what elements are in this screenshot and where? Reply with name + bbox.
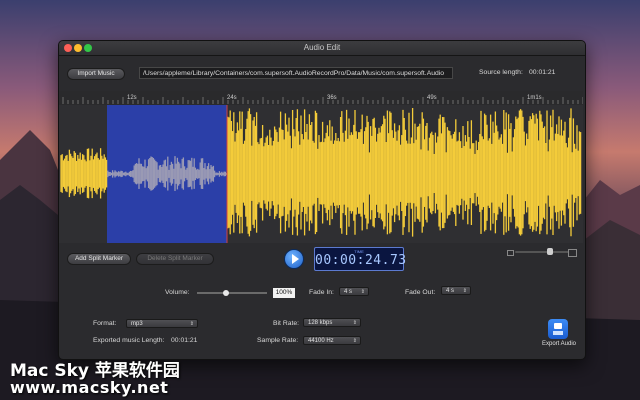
file-path-field[interactable]: /Users/appleme/Library/Containers/com.su… — [139, 67, 453, 79]
zoom-track — [515, 251, 569, 253]
chevron-updown-icon: ⇕ — [462, 288, 467, 294]
ruler-tick-label: 24s — [227, 95, 237, 101]
exported-length-value: 00:01:21 — [171, 337, 198, 344]
fade-in-dropdown[interactable]: 4 s ⇕ — [339, 287, 369, 296]
fade-in-label: Fade In: — [309, 289, 334, 296]
audio-edit-window: Audio Edit Import Music /Users/appleme/L… — [58, 40, 586, 360]
window-title: Audio Edit — [303, 43, 341, 52]
ruler-tick-label: 49s — [427, 95, 437, 101]
import-music-button[interactable]: Import Music — [67, 68, 125, 80]
zoom-slider[interactable] — [507, 247, 577, 257]
volume-label: Volume: — [165, 289, 190, 296]
zoom-in-icon[interactable] — [568, 249, 577, 257]
format-value: mp3 — [131, 321, 143, 327]
volume-slider[interactable] — [197, 290, 267, 296]
chevron-updown-icon: ⇕ — [352, 320, 357, 326]
fade-in-value: 4 s — [344, 289, 353, 295]
volume-knob[interactable] — [222, 290, 229, 296]
exported-length-label: Exported music Length: — [93, 337, 165, 344]
bit-rate-dropdown[interactable]: 128 kbps ⇕ — [303, 318, 361, 327]
ruler-tick-label: 12s — [127, 95, 137, 101]
chevron-updown-icon: ⇕ — [189, 321, 194, 327]
delete-split-marker-button[interactable]: Delete Split Marker — [136, 253, 214, 265]
fade-out-value: 4 s — [446, 288, 455, 294]
volume-track — [197, 292, 267, 294]
play-button[interactable] — [284, 249, 304, 269]
time-display: TIME 00:00:24.73 — [314, 247, 407, 271]
add-split-marker-button[interactable]: Add Split Marker — [67, 253, 131, 265]
bit-rate-value: 128 kbps — [308, 320, 333, 326]
chevron-updown-icon: ⇕ — [352, 338, 357, 344]
format-dropdown[interactable]: mp3 ⇕ — [126, 319, 198, 328]
zoom-knob[interactable] — [547, 248, 553, 255]
export-audio-button[interactable]: Export Audio — [537, 319, 581, 353]
export-icon — [548, 319, 568, 339]
sample-rate-dropdown[interactable]: 44100 Hz ⇕ — [303, 336, 361, 345]
timeline-ruler[interactable]: 12s 24s 36s 49s 1m1s — [59, 91, 583, 106]
watermark-url: www.macsky.net — [10, 378, 169, 397]
format-label: Format: — [93, 320, 117, 327]
volume-percent-field[interactable]: 100% — [273, 288, 295, 298]
export-label: Export Audio — [541, 341, 577, 347]
zoom-out-icon[interactable] — [507, 250, 514, 256]
chevron-updown-icon: ⇕ — [360, 289, 365, 295]
sample-rate-value: 44100 Hz — [308, 338, 334, 344]
source-length-label: Source length: — [479, 69, 523, 76]
waveform-view[interactable] — [59, 105, 583, 243]
ruler-tick-label: 1m1s — [527, 95, 542, 101]
title-bar: Audio Edit — [59, 41, 585, 56]
fade-out-label: Fade Out: — [405, 289, 436, 296]
sample-rate-label: Sample Rate: — [257, 337, 299, 344]
source-length-value: 00:01:21 — [529, 69, 556, 76]
time-value: 00:00:24.73 — [315, 253, 407, 268]
fade-out-dropdown[interactable]: 4 s ⇕ — [441, 286, 471, 295]
ruler-tick-label: 36s — [327, 95, 337, 101]
bit-rate-label: Bit Rate: — [273, 320, 300, 327]
